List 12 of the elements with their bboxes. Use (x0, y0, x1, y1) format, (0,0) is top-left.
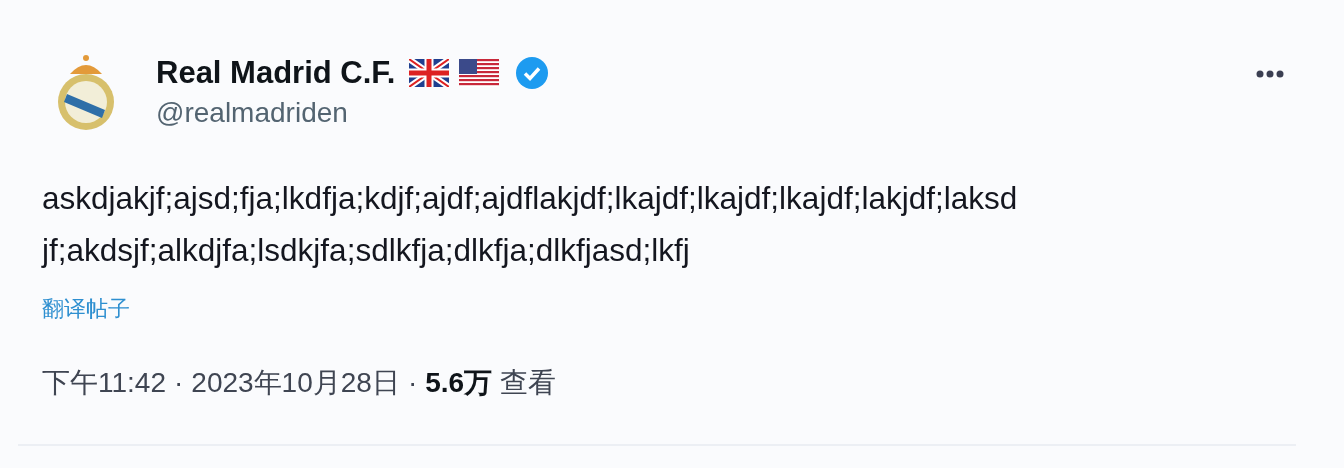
account-name[interactable]: Real Madrid C.F. (156, 55, 396, 91)
more-icon[interactable] (1256, 70, 1284, 78)
separator-dot: · (407, 367, 418, 399)
post-time[interactable]: 下午11:42 (42, 364, 166, 402)
view-count: 5.6万 (425, 366, 493, 400)
views-label: 查看 (500, 366, 557, 400)
us-flag-icon (459, 59, 500, 87)
tweet-text: askdjakjf;ajsd;fja;lkdfja;kdjf;ajdf;ajdflakjdf;lkajdf;lkajdf;lkajdf;lakjdf;laksd jf;akdsjf;alkdjfa;lsdkjfa;sdlkfja;dlkfja;dlkfjasd;lkfj (42, 179, 1019, 270)
uk-flag-icon (409, 59, 450, 87)
account-handle[interactable]: @realmadriden (156, 97, 1220, 129)
post-date[interactable]: 2023年10月28日 (191, 364, 400, 402)
separator-dot: · (174, 367, 184, 399)
